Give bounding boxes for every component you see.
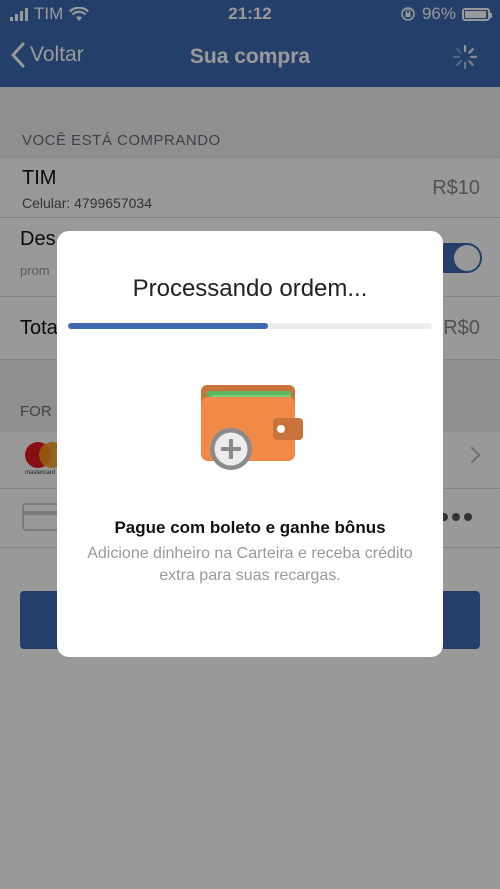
processing-modal: Processando ordem... Pague com boleto e … [57,231,443,657]
wallet-icon [201,385,303,470]
promo-text: Adicione dinheiro na Carteira e receba c… [87,545,413,584]
promo-title: Pague com boleto e ganhe bônus [114,518,386,537]
progress-fill [68,323,269,329]
modal-title: Processando ordem... [132,275,368,302]
progress-bar [68,323,432,329]
